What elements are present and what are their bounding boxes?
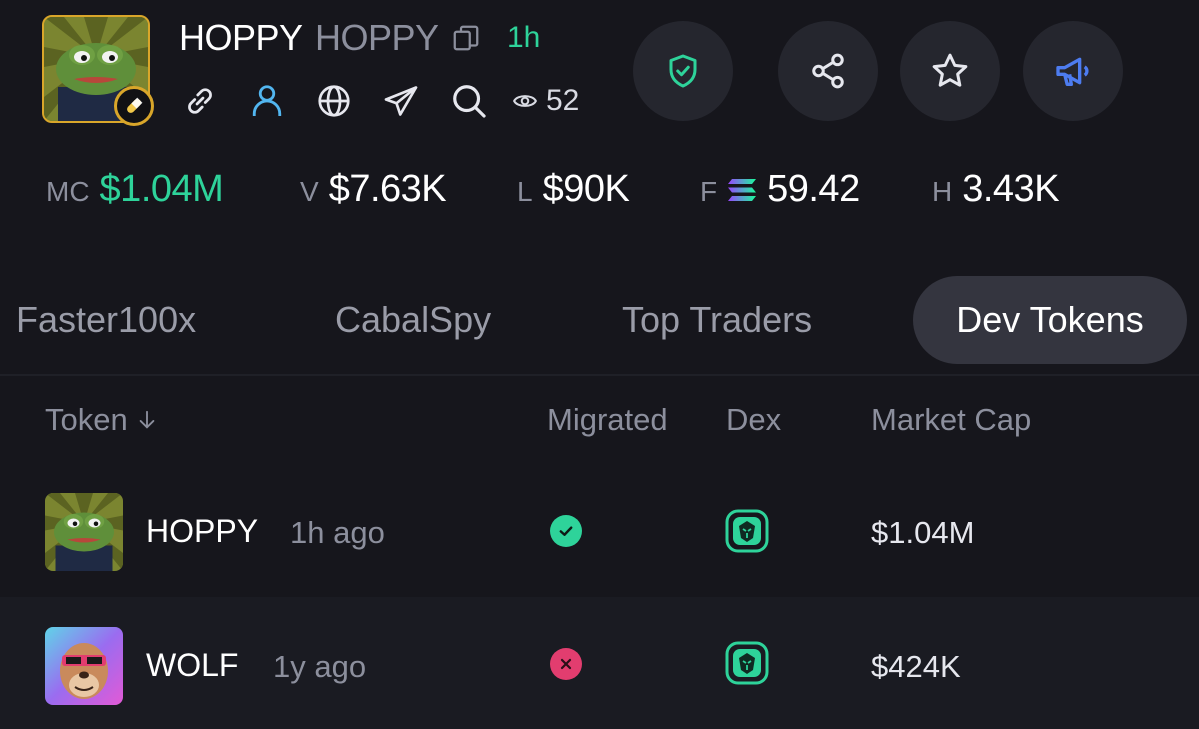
stat-value: $1.04M (99, 168, 224, 210)
stat-liquidity: L $90K (517, 168, 630, 212)
row-market-cap: $1.04M (871, 515, 975, 550)
dex-eagle-icon[interactable] (725, 641, 769, 685)
tab-top-traders[interactable]: Top Traders (622, 276, 812, 364)
stat-value: 3.43K (962, 168, 1060, 210)
security-button[interactable] (633, 21, 733, 121)
stat-value: $7.63K (328, 168, 447, 210)
stat-label: L (517, 176, 533, 207)
stat-fees: F 59.42 (700, 168, 860, 212)
stat-value: $90K (542, 168, 630, 210)
views-count: 52 (512, 82, 579, 120)
frog-avatar-image (45, 493, 123, 571)
token-name: HOPPY (315, 17, 439, 58)
row-market-cap: $424K (871, 649, 961, 684)
tab-faster100x[interactable]: Faster100x (16, 276, 196, 364)
stat-volume: V $7.63K (300, 168, 447, 212)
stat-label: MC (46, 176, 90, 207)
copy-icon[interactable] (451, 23, 481, 53)
column-header-migrated[interactable]: Migrated (547, 400, 668, 440)
token-thumbnail (45, 627, 123, 705)
table-row[interactable]: HOPPY 1h ago $1.04M (0, 465, 1199, 597)
stat-label: V (300, 176, 319, 207)
shield-check-icon (669, 54, 697, 88)
divider (0, 374, 1199, 376)
user-icon[interactable] (249, 82, 285, 120)
column-header-market-cap[interactable]: Market Cap (871, 400, 1031, 440)
column-header-dex[interactable]: Dex (726, 400, 781, 440)
globe-icon[interactable] (316, 82, 352, 120)
stat-holders: H 3.43K (932, 168, 1060, 212)
table-row[interactable]: WOLF 1y ago $424K (0, 597, 1199, 729)
check-icon (550, 515, 582, 547)
tab-cabalspy[interactable]: CabalSpy (335, 276, 491, 364)
eye-icon (513, 95, 537, 107)
token-thumbnail (45, 493, 123, 571)
x-icon (550, 648, 582, 680)
pill-icon (114, 86, 154, 126)
promote-button[interactable] (1023, 21, 1123, 121)
row-token-age: 1y ago (273, 649, 367, 684)
megaphone-icon (1056, 57, 1089, 87)
dex-eagle-icon[interactable] (725, 509, 769, 553)
token-symbol: HOPPY (179, 17, 303, 58)
star-icon (932, 53, 968, 87)
row-token-symbol: WOLF (146, 647, 239, 683)
column-header-token[interactable]: Token (45, 400, 158, 440)
row-token-symbol: HOPPY (146, 513, 259, 549)
share-button[interactable] (778, 21, 878, 121)
row-token-age: 1h ago (290, 515, 385, 550)
tab-dev-tokens[interactable]: Dev Tokens (913, 276, 1187, 364)
column-header-label: Token (45, 402, 128, 437)
wolf-avatar-image (45, 627, 123, 705)
stat-value: 59.42 (767, 168, 860, 210)
link-icon[interactable] (182, 82, 218, 120)
views-value: 52 (546, 84, 580, 117)
favorite-button[interactable] (900, 21, 1000, 121)
arrow-down-icon (139, 410, 155, 429)
stat-label: F (700, 176, 718, 207)
telegram-icon[interactable] (383, 82, 419, 120)
share-icon (812, 53, 844, 89)
token-age: 1h (507, 21, 541, 54)
solana-icon (728, 179, 757, 201)
search-icon[interactable] (450, 82, 488, 120)
stat-market-cap: MC $1.04M (46, 168, 224, 212)
stat-label: H (932, 176, 953, 207)
